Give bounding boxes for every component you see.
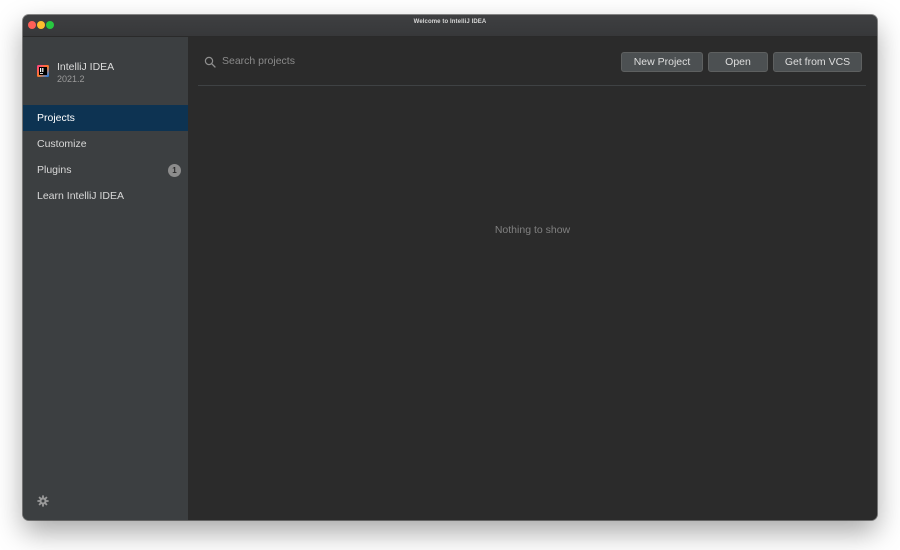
header-divider — [198, 85, 866, 86]
welcome-window: Welcome to IntelliJ IDEA IntelliJ IDEA 2… — [23, 15, 877, 520]
app-name: IntelliJ IDEA — [57, 61, 115, 73]
sidebar-item-label: Customize — [37, 138, 87, 150]
main-panel: New Project Open Get from VCS Nothing to… — [188, 37, 877, 520]
plugins-update-badge: 1 — [168, 164, 181, 177]
sidebar: IntelliJ IDEA 2021.2 Projects Customize … — [23, 37, 188, 520]
sidebar-item-plugins[interactable]: Plugins 1 — [23, 157, 188, 183]
app-version: 2021.2 — [57, 74, 85, 84]
new-project-button[interactable]: New Project — [621, 52, 703, 72]
get-from-vcs-button[interactable]: Get from VCS — [773, 52, 862, 72]
open-button[interactable]: Open — [708, 52, 768, 72]
title-bar: Welcome to IntelliJ IDEA — [23, 15, 877, 37]
sidebar-item-label: Plugins — [37, 164, 72, 176]
search-projects-input[interactable] — [222, 52, 422, 70]
gear-icon[interactable] — [37, 495, 49, 507]
empty-state-text: Nothing to show — [494, 224, 571, 236]
sidebar-nav: Projects Customize Plugins 1 Learn Intel… — [23, 105, 188, 209]
sidebar-item-label: Learn IntelliJ IDEA — [37, 190, 124, 202]
window-title: Welcome to IntelliJ IDEA — [413, 19, 487, 25]
search-icon — [204, 56, 216, 68]
sidebar-item-customize[interactable]: Customize — [23, 131, 188, 157]
sidebar-item-learn[interactable]: Learn IntelliJ IDEA — [23, 183, 188, 209]
sidebar-item-label: Projects — [37, 112, 75, 124]
intellij-logo-icon — [37, 65, 49, 77]
sidebar-item-projects[interactable]: Projects — [23, 105, 188, 131]
